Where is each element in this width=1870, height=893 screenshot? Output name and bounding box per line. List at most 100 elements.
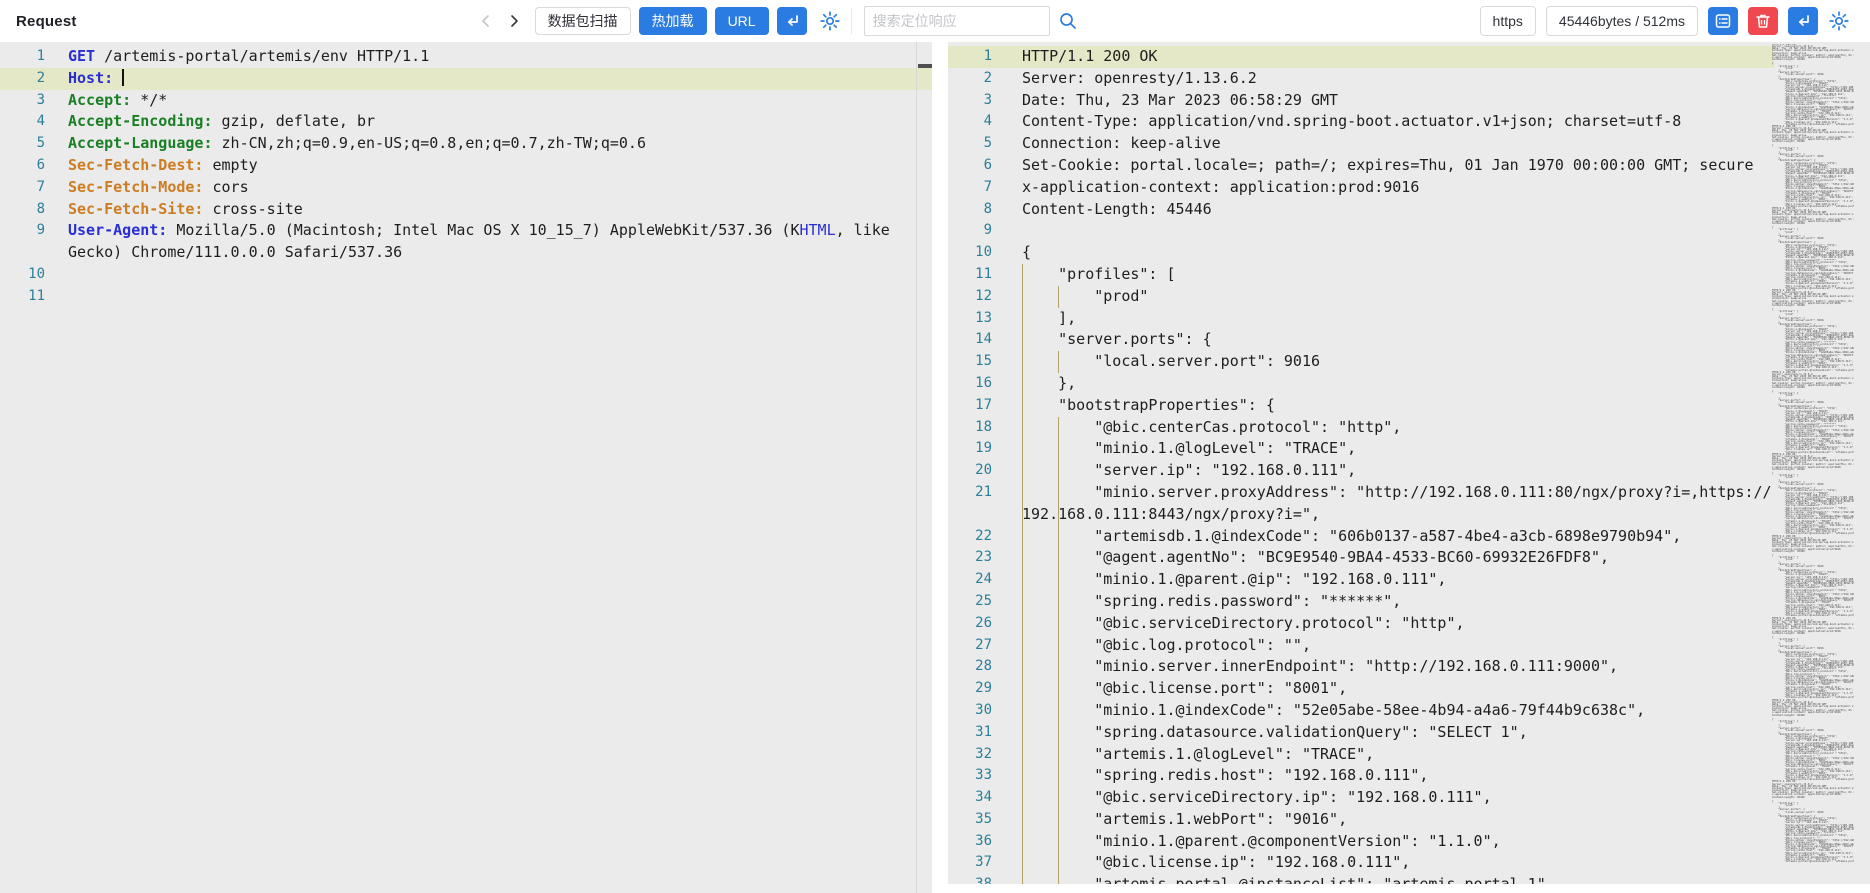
code-line[interactable]: 15 "local.server.port": 9016 — [948, 351, 1774, 373]
code-line[interactable]: 24 "minio.1.@parent.@ip": "192.168.0.111… — [948, 569, 1774, 591]
code-line[interactable]: 11 — [0, 286, 932, 308]
code-line[interactable]: 9 — [948, 220, 1774, 242]
code-line[interactable]: 2Host: — [0, 68, 932, 90]
indent-guide — [1058, 613, 1059, 635]
code-line[interactable]: 6Set-Cookie: portal.locale=; path=/; exp… — [948, 155, 1774, 177]
indent-guide — [1058, 787, 1059, 809]
horizontal-scrollbar-track[interactable] — [948, 884, 1870, 893]
line-number: 5 — [0, 133, 45, 155]
line-content: Set-Cookie: portal.locale=; path=/; expi… — [1022, 155, 1774, 177]
indent-guide — [1022, 351, 1023, 373]
code-line[interactable]: 31 "spring.datasource.validationQuery": … — [948, 722, 1774, 744]
line-content: "server.ports": { — [1022, 329, 1774, 351]
indent-guide — [1022, 765, 1023, 787]
indent-guide — [1022, 678, 1023, 700]
code-line[interactable]: 4Content-Type: application/vnd.spring-bo… — [948, 111, 1774, 133]
code-line[interactable]: 28 "minio.server.innerEndpoint": "http:/… — [948, 656, 1774, 678]
delete-button[interactable] — [1748, 7, 1778, 35]
request-settings-button[interactable] — [819, 10, 841, 32]
code-line[interactable]: 12 "prod" — [948, 286, 1774, 308]
code-line[interactable]: 1GET /artemis-portal/artemis/env HTTP/1.… — [0, 46, 932, 68]
line-number: 20 — [948, 460, 992, 482]
enter-arrow-icon — [1795, 13, 1811, 29]
code-line[interactable]: 11 "profiles": [ — [948, 264, 1774, 286]
response-settings-button[interactable] — [1828, 10, 1850, 32]
code-line[interactable]: 34 "@bic.serviceDirectory.ip": "192.168.… — [948, 787, 1774, 809]
code-line[interactable]: 14 "server.ports": { — [948, 329, 1774, 351]
code-line[interactable]: 33 "spring.redis.host": "192.168.0.111", — [948, 765, 1774, 787]
code-line[interactable]: 8Sec-Fetch-Site: cross-site — [0, 199, 932, 221]
indent-guide — [1058, 569, 1059, 591]
code-line[interactable]: 26 "@bic.serviceDirectory.protocol": "ht… — [948, 613, 1774, 635]
code-line[interactable]: 10 — [0, 264, 932, 286]
line-number: 2 — [0, 68, 45, 90]
indent-guide — [1058, 591, 1059, 613]
code-line[interactable]: 3Accept: */* — [0, 90, 932, 112]
code-line[interactable]: 5Accept-Language: zh-CN,zh;q=0.9,en-US;q… — [0, 133, 932, 155]
response-newline-button[interactable] — [1788, 7, 1818, 35]
code-line[interactable]: 36 "minio.1.@parent.@componentVersion": … — [948, 831, 1774, 853]
code-line[interactable]: 19 "minio.1.@logLevel": "TRACE", — [948, 438, 1774, 460]
code-line[interactable]: 27 "@bic.log.protocol": "", — [948, 635, 1774, 657]
code-line[interactable]: 4Accept-Encoding: gzip, deflate, br — [0, 111, 932, 133]
line-number: 9 — [948, 220, 992, 242]
line-content: "prod" — [1022, 286, 1774, 308]
code-line[interactable]: 30 "minio.1.@indexCode": "52e05abe-58ee-… — [948, 700, 1774, 722]
code-line[interactable]: 1HTTP/1.1 200 OK — [948, 46, 1774, 68]
code-line[interactable]: 3Date: Thu, 23 Mar 2023 06:58:29 GMT — [948, 90, 1774, 112]
code-line[interactable]: 18 "@bic.centerCas.protocol": "http", — [948, 417, 1774, 439]
code-line[interactable]: 7x-application-context: application:prod… — [948, 177, 1774, 199]
code-line[interactable]: 23 "@agent.agentNo": "BC9E9540-9BA4-4533… — [948, 547, 1774, 569]
indent-guide — [1058, 286, 1059, 308]
packet-detail-button[interactable] — [1708, 7, 1738, 35]
line-content: "minio.1.@parent.@ip": "192.168.0.111", — [1022, 569, 1774, 591]
code-line[interactable]: 20 "server.ip": "192.168.0.111", — [948, 460, 1774, 482]
indent-guide — [1058, 678, 1059, 700]
indent-guide — [1022, 460, 1023, 482]
line-number: 7 — [948, 177, 992, 199]
code-line[interactable]: 10{ — [948, 242, 1774, 264]
line-number: 21 — [948, 482, 992, 504]
code-line[interactable]: 22 "artemisdb.1.@indexCode": "606b0137-a… — [948, 526, 1774, 548]
code-line[interactable]: 16 }, — [948, 373, 1774, 395]
code-line[interactable]: 9User-Agent: Mozilla/5.0 (Macintosh; Int… — [0, 220, 932, 264]
search-button[interactable] — [1058, 11, 1078, 31]
line-number: 32 — [948, 744, 992, 766]
code-line[interactable]: 32 "artemis.1.@logLevel": "TRACE", — [948, 744, 1774, 766]
code-line[interactable]: 17 "bootstrapProperties": { — [948, 395, 1774, 417]
line-content: Content-Length: 45446 — [1022, 199, 1774, 221]
response-editor[interactable]: 1HTTP/1.1 200 OK2Server: openresty/1.13.… — [948, 42, 1870, 893]
code-line[interactable]: 2Server: openresty/1.13.6.2 — [948, 68, 1774, 90]
next-packet-button[interactable] — [507, 14, 521, 28]
line-content: Connection: keep-alive — [1022, 133, 1774, 155]
code-line[interactable]: 7Sec-Fetch-Mode: cors — [0, 177, 932, 199]
code-line[interactable]: 6Sec-Fetch-Dest: empty — [0, 155, 932, 177]
line-number: 26 — [948, 613, 992, 635]
indent-guide — [1058, 656, 1059, 678]
indent-guide — [1058, 526, 1059, 548]
hot-reload-button[interactable]: 热加载 — [639, 7, 707, 35]
code-line[interactable]: 21 "minio.server.proxyAddress": "http://… — [948, 482, 1774, 526]
code-line[interactable]: 25 "spring.redis.password": "******", — [948, 591, 1774, 613]
code-line[interactable]: 35 "artemis.1.webPort": "9016", — [948, 809, 1774, 831]
code-line[interactable]: 37 "@bic.license.ip": "192.168.0.111", — [948, 852, 1774, 874]
code-line[interactable]: 29 "@bic.license.port": "8001", — [948, 678, 1774, 700]
line-number: 4 — [0, 111, 45, 133]
response-search-input[interactable] — [864, 6, 1050, 36]
code-line[interactable]: 5Connection: keep-alive — [948, 133, 1774, 155]
line-number: 33 — [948, 765, 992, 787]
code-line[interactable]: 8Content-Length: 45446 — [948, 199, 1774, 221]
indent-guide — [1022, 787, 1023, 809]
send-newline-button[interactable] — [777, 7, 807, 35]
line-content: "minio.server.proxyAddress": "http://192… — [1022, 482, 1774, 526]
prev-packet-button[interactable] — [479, 14, 493, 28]
request-editor[interactable]: 1GET /artemis-portal/artemis/env HTTP/1.… — [0, 42, 932, 893]
minimap[interactable]: HTTP/1.1 200 OK Server: openresty/1.13.6… — [1772, 44, 1854, 883]
code-line[interactable]: 13 ], — [948, 308, 1774, 330]
indent-guide — [1022, 482, 1023, 526]
header-divider — [851, 8, 852, 34]
trash-icon — [1755, 13, 1771, 29]
indent-guide — [1058, 700, 1059, 722]
packet-scan-button[interactable]: 数据包扫描 — [535, 7, 631, 35]
url-button[interactable]: URL — [715, 7, 769, 35]
